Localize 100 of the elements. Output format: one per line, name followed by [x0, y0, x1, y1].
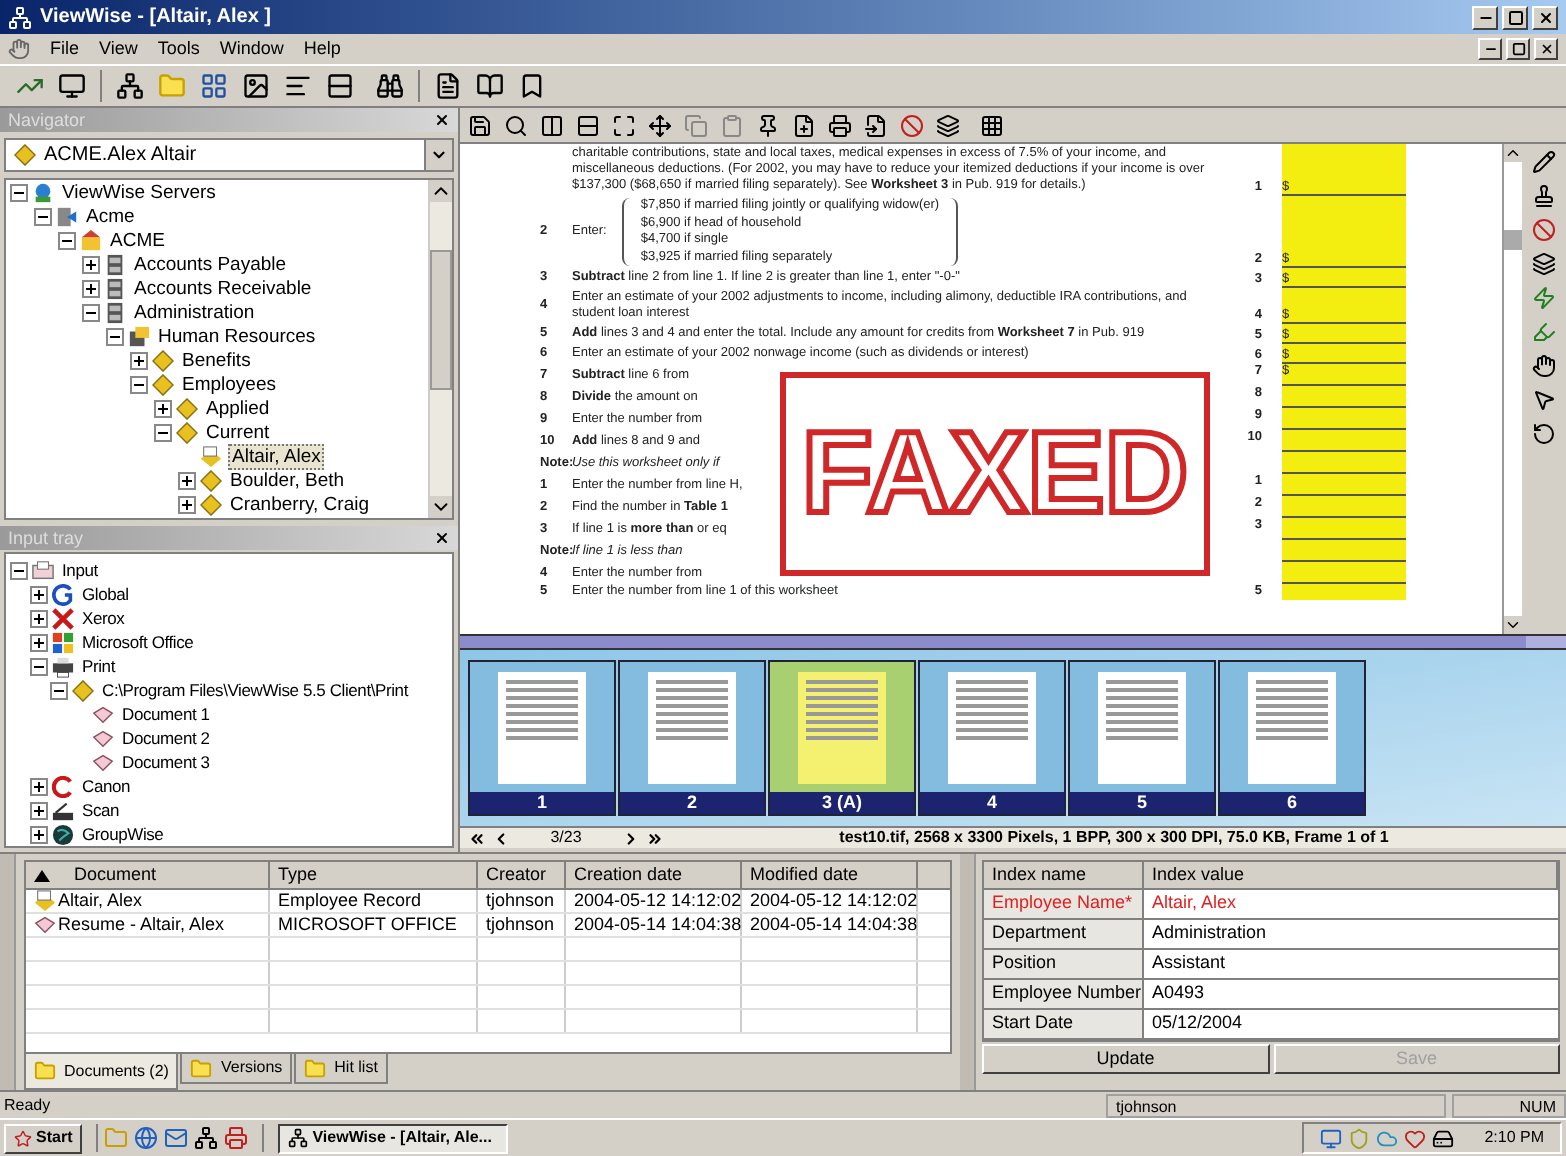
menu-item[interactable]: Tools	[157, 35, 200, 63]
import-icon[interactable]	[864, 113, 888, 137]
layout-icon[interactable]	[200, 72, 228, 100]
tree-item[interactable]: Scan	[80, 799, 122, 821]
restore-button[interactable]	[1506, 38, 1530, 60]
rotate-icon[interactable]	[1532, 422, 1556, 446]
prohibited-icon[interactable]	[1532, 218, 1556, 242]
panel-gripper[interactable]	[960, 854, 976, 1090]
tree-item[interactable]: Benefits	[180, 350, 253, 373]
clipboard-icon[interactable]	[720, 113, 744, 137]
tree-item[interactable]: GroupWise	[80, 823, 166, 845]
tree-item[interactable]: Print	[80, 655, 117, 677]
collapse-toggle[interactable]	[34, 208, 52, 227]
expand-toggle[interactable]	[30, 633, 48, 651]
minimize-button[interactable]	[1478, 38, 1502, 60]
page-thumbnail[interactable]: 6	[1218, 660, 1366, 816]
start-button[interactable]: Start	[4, 1123, 83, 1153]
column-header[interactable]: Type	[270, 862, 478, 888]
repository-dropdown[interactable]: ACME.Alex Altair	[4, 137, 454, 172]
fit-width-icon[interactable]	[540, 113, 564, 137]
table-cell[interactable]: Altair, Alex	[58, 887, 143, 915]
page-thumbnail[interactable]: 1	[468, 660, 616, 816]
globe-icon[interactable]	[134, 1126, 159, 1150]
menu-item[interactable]: Help	[303, 35, 341, 63]
scroll-thumb[interactable]	[1504, 229, 1522, 249]
tree-item[interactable]: Administration	[132, 302, 257, 325]
scroll-down-icon[interactable]	[1504, 616, 1522, 634]
tree-item[interactable]: Applied	[204, 398, 272, 421]
expand-toggle[interactable]	[30, 585, 48, 603]
binoculars-icon[interactable]	[376, 72, 404, 100]
tree-item[interactable]: Current	[204, 422, 272, 445]
tree-item[interactable]: Altair, Alex	[228, 444, 325, 471]
tree-item[interactable]: Input	[60, 559, 100, 581]
page-icon[interactable]	[434, 72, 462, 100]
tab[interactable]: Documents (2)	[24, 1054, 179, 1090]
close-icon[interactable]	[434, 111, 450, 128]
column-header[interactable]: Creation date	[566, 862, 742, 888]
drive-icon[interactable]	[1432, 1127, 1455, 1149]
fit-page-icon[interactable]	[612, 113, 636, 137]
panel-gripper[interactable]	[0, 854, 16, 1090]
minimize-button[interactable]	[1472, 5, 1498, 29]
scroll-up-icon[interactable]	[430, 179, 452, 202]
tab[interactable]: Versions	[180, 1054, 293, 1084]
heart-icon[interactable]	[1404, 1127, 1427, 1149]
tree-item[interactable]: C:\Program Files\ViewWise 5.5 Client\Print	[100, 679, 410, 701]
tree-item[interactable]: Cranberry, Craig	[228, 494, 372, 517]
layers-icon[interactable]	[1532, 252, 1556, 276]
column-header[interactable]: Document	[26, 862, 270, 888]
tree-item[interactable]: Canon	[80, 775, 133, 797]
collapse-toggle[interactable]	[50, 681, 68, 699]
collapse-toggle[interactable]	[58, 232, 76, 251]
index-value-field[interactable]: A0493	[1144, 980, 1558, 1008]
tab[interactable]: Hit list	[294, 1054, 388, 1084]
grid-icon[interactable]	[980, 113, 1004, 137]
first-page-icon[interactable]	[468, 829, 486, 847]
save-icon[interactable]	[468, 113, 492, 137]
tree-item[interactable]: Document 3	[120, 751, 212, 773]
expand-toggle[interactable]	[178, 472, 196, 491]
update-button[interactable]: Update	[982, 1044, 1269, 1074]
scroll-down-icon[interactable]	[430, 496, 452, 519]
collapse-toggle[interactable]	[82, 304, 100, 323]
pen-icon[interactable]	[1532, 150, 1556, 174]
list-icon[interactable]	[284, 72, 312, 100]
expand-toggle[interactable]	[30, 825, 48, 843]
tree-item[interactable]: Accounts Receivable	[132, 278, 314, 301]
move-icon[interactable]	[648, 113, 672, 137]
expand-toggle[interactable]	[82, 280, 100, 299]
lightning-icon[interactable]	[1532, 286, 1556, 310]
expand-toggle[interactable]	[82, 256, 100, 275]
printer-icon[interactable]	[828, 113, 852, 137]
expand-toggle[interactable]	[30, 801, 48, 819]
scroll-up-icon[interactable]	[1504, 144, 1522, 162]
expand-toggle[interactable]	[154, 400, 172, 419]
tree-item[interactable]: Document 2	[120, 727, 212, 749]
tree-item[interactable]: ViewWise Servers	[60, 182, 218, 205]
page-thumbnail[interactable]: 4	[918, 660, 1066, 816]
tree-item[interactable]: Boulder, Beth	[228, 470, 347, 493]
scrollbar[interactable]	[428, 179, 452, 519]
fit-height-icon[interactable]	[576, 113, 600, 137]
maximize-button[interactable]	[1502, 5, 1528, 29]
zoom-icon[interactable]	[504, 113, 528, 137]
expand-toggle[interactable]	[178, 496, 196, 515]
tree-item[interactable]: Microsoft Office	[80, 631, 196, 653]
close-button[interactable]	[1532, 5, 1558, 29]
expand-toggle[interactable]	[30, 609, 48, 627]
collapse-toggle[interactable]	[106, 328, 124, 347]
splitter-bar[interactable]	[460, 634, 1566, 650]
menu-item[interactable]: Window	[219, 35, 284, 63]
column-header[interactable]: Modified date	[742, 862, 918, 888]
tree-item[interactable]: Human Resources	[156, 326, 318, 349]
index-value-field[interactable]: Assistant	[1144, 950, 1558, 978]
column-header[interactable]: Creator	[478, 862, 566, 888]
tree-item[interactable]: Document 1	[120, 703, 212, 725]
layers-icon[interactable]	[936, 113, 960, 137]
collapse-toggle[interactable]	[10, 561, 28, 579]
tree-item[interactable]: Global	[80, 583, 131, 605]
prohibited-icon[interactable]	[900, 113, 924, 137]
collapse-toggle[interactable]	[10, 184, 28, 203]
rows-icon[interactable]	[326, 72, 354, 100]
tree-item[interactable]: Employees	[180, 374, 278, 397]
